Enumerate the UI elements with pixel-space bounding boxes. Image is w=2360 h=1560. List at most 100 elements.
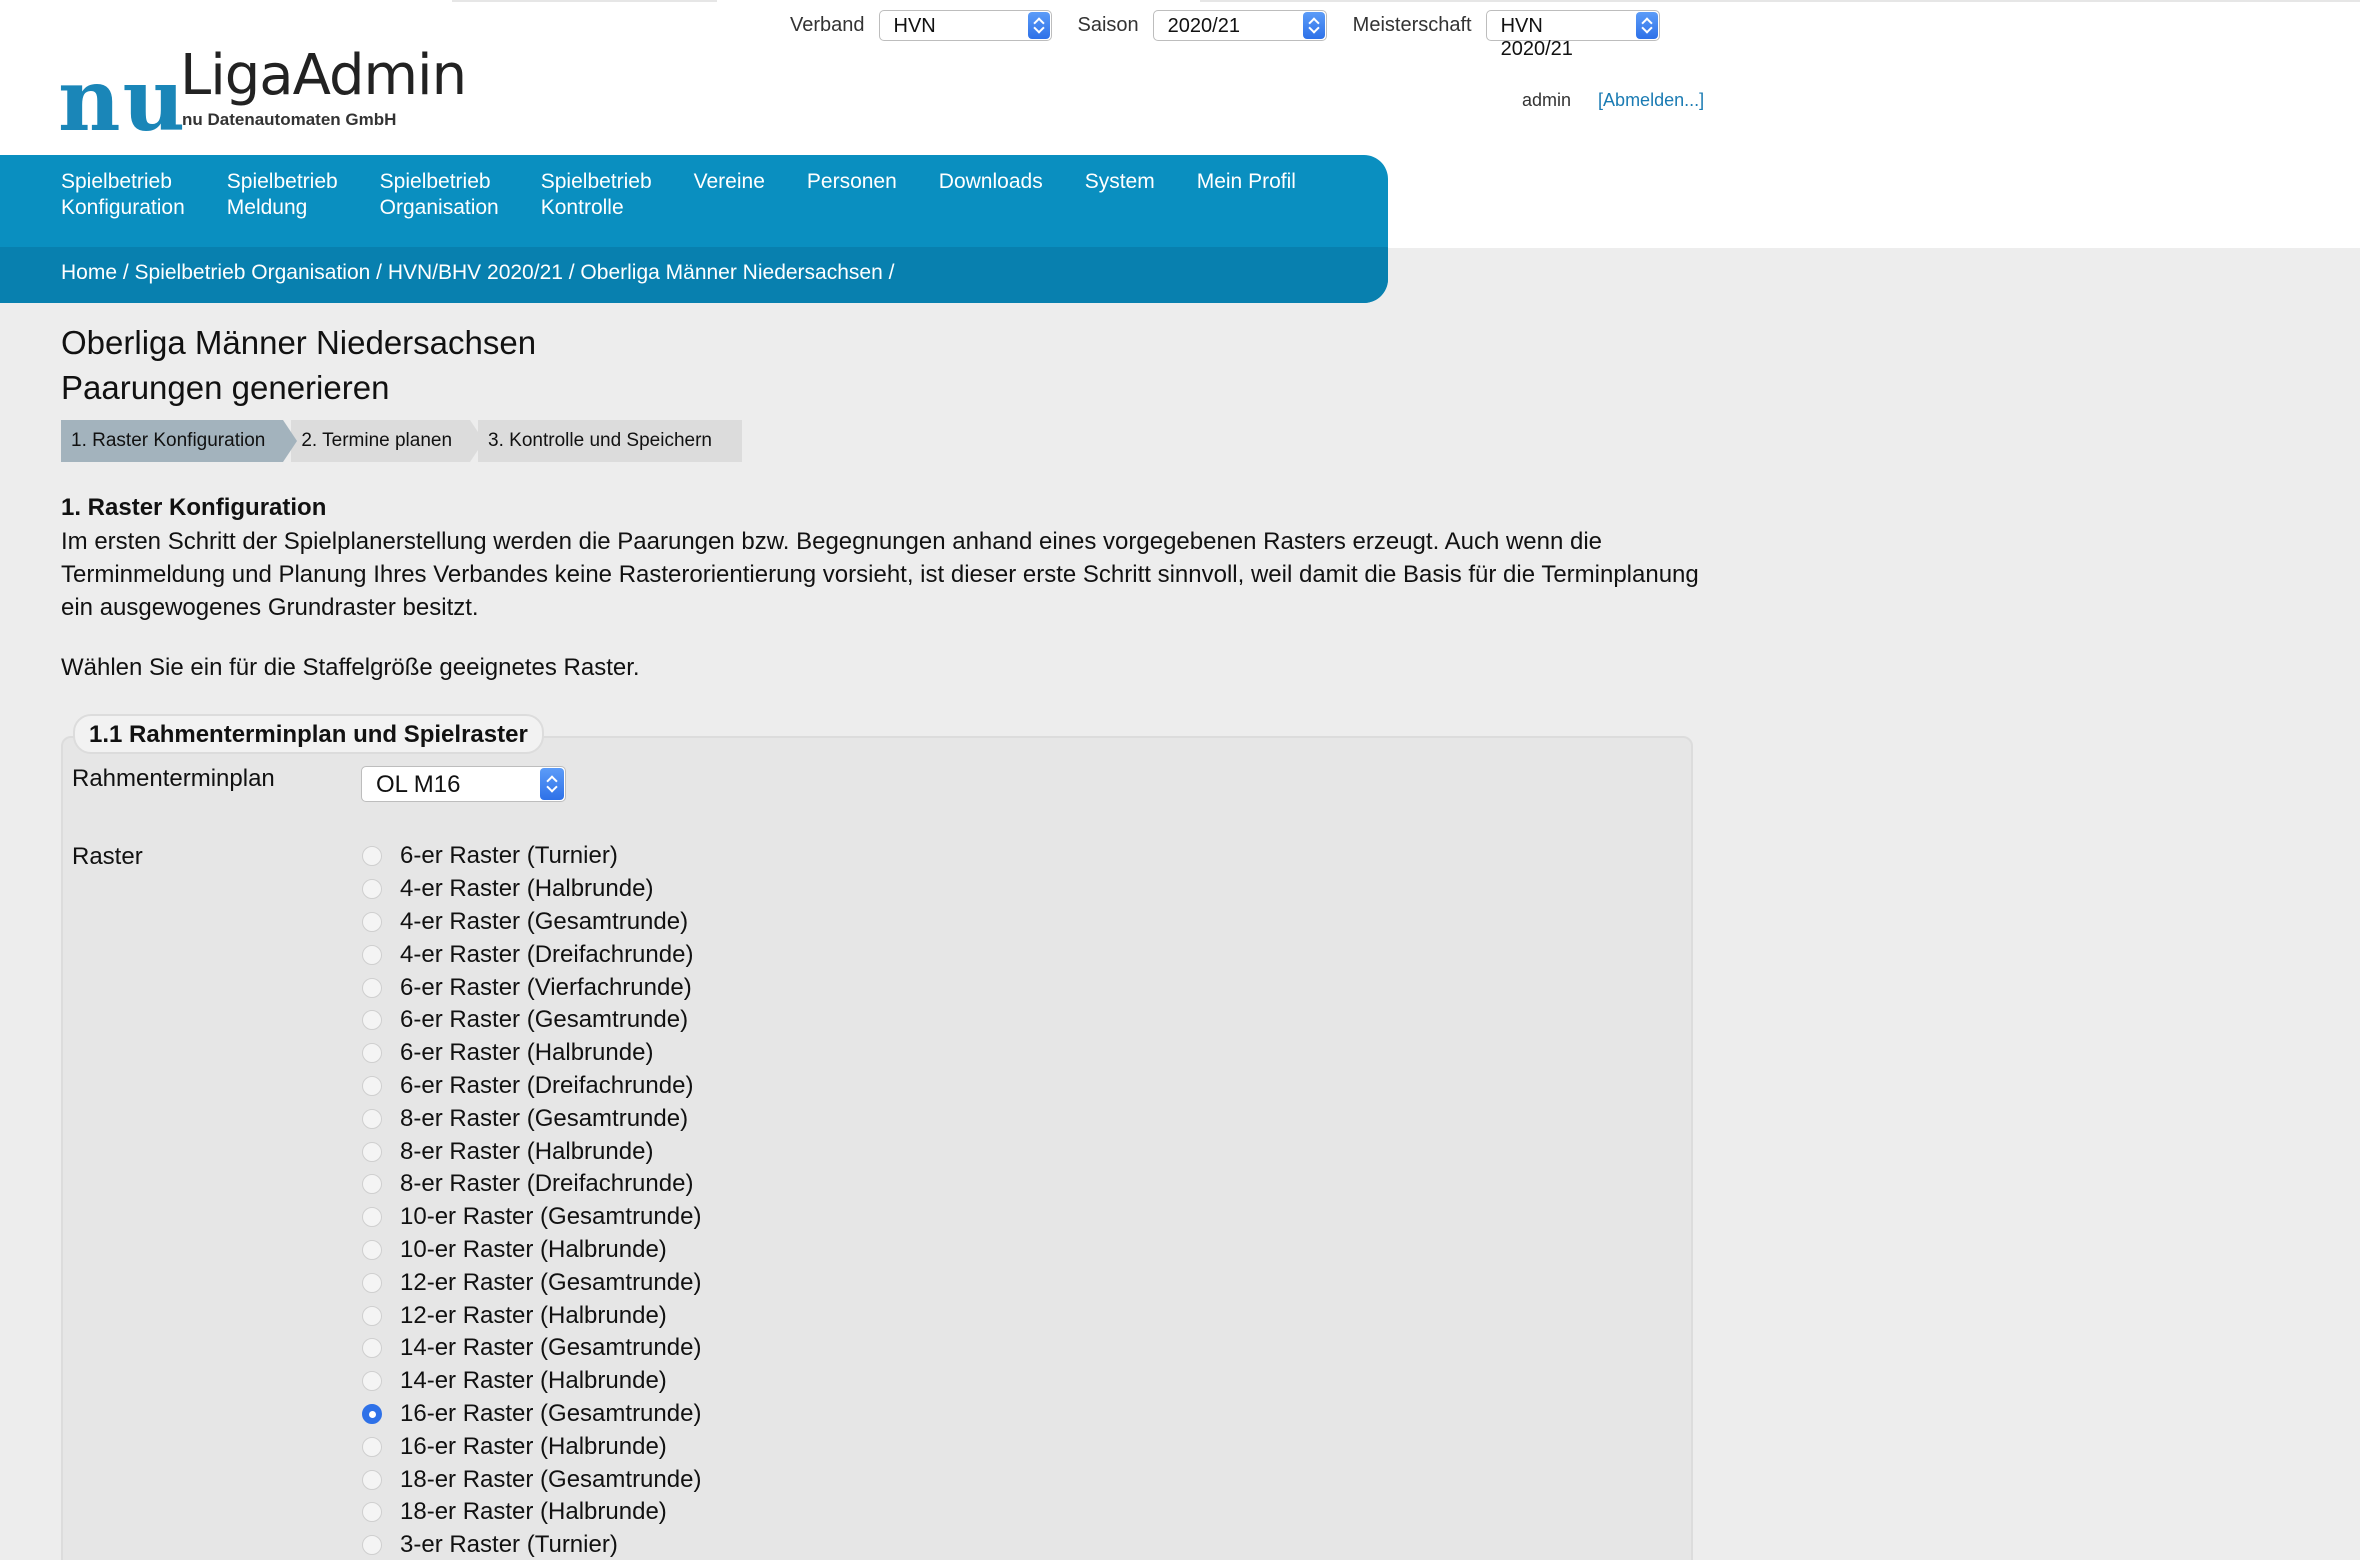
raster-option-label: 12-er Raster (Gesamtrunde) [400,1268,702,1296]
select-arrows-icon [1027,11,1050,39]
nav-item-vereine[interactable]: Vereine [694,169,765,221]
user-area: admin [Abmelden...] [1522,90,1704,111]
raster-option[interactable]: 16-er Raster (Halbrunde) [362,1430,701,1463]
raster-option[interactable]: 6-er Raster (Halbrunde) [362,1037,701,1070]
raster-option[interactable]: 16-er Raster (Gesamtrunde) [362,1398,701,1431]
raster-option[interactable]: 12-er Raster (Gesamtrunde) [362,1266,701,1299]
meisterschaft-value: HVN 2020/21 [1500,14,1573,60]
rahmenterminplan-select[interactable]: OL M16 [361,766,566,802]
nav-item-mein-profil[interactable]: Mein Profil [1197,169,1296,221]
raster-radio-button[interactable] [362,1436,382,1457]
saison-label: Saison [1077,13,1139,36]
page-title: Oberliga Männer Niedersachsen Paarungen … [61,320,536,410]
nav-item-spielbetrieb-kontrolle[interactable]: Spielbetrieb Kontrolle [541,169,652,221]
page-title-action: Paarungen generieren [61,369,390,406]
verband-select[interactable]: HVN [878,9,1052,41]
raster-radio-button[interactable] [362,1075,382,1096]
raster-option-label: 6-er Raster (Halbrunde) [400,1039,654,1067]
raster-option-label: 8-er Raster (Halbrunde) [400,1137,654,1165]
raster-label: Raster [72,843,143,870]
raster-option[interactable]: 6-er Raster (Gesamtrunde) [362,1004,701,1037]
header-divider [452,0,717,2]
raster-option[interactable]: 8-er Raster (Halbrunde) [362,1135,701,1168]
raster-radio-button[interactable] [362,1535,382,1556]
raster-radio-button[interactable] [362,1043,382,1064]
raster-radio-button[interactable] [362,1174,382,1195]
raster-radio-button[interactable] [362,1207,382,1228]
nav-item-spielbetrieb-meldung[interactable]: Spielbetrieb Meldung [227,169,338,221]
nav-item-personen[interactable]: Personen [807,169,897,221]
raster-radio-button[interactable] [362,977,382,998]
main-navigation: Spielbetrieb Konfiguration Spielbetrieb … [0,155,1388,303]
raster-option-label: 6-er Raster (Gesamtrunde) [400,1006,689,1034]
raster-radio-button[interactable] [362,1010,382,1031]
raster-radio-button[interactable] [362,1141,382,1162]
raster-option-label: 6-er Raster (Dreifachrunde) [400,1071,694,1099]
raster-radio-button[interactable] [362,846,382,867]
raster-option[interactable]: 4-er Raster (Dreifachrunde) [362,938,701,971]
raster-option-label: 6-er Raster (Vierfachrunde) [400,973,692,1001]
intro-text: Im ersten Schritt der Spielplanerstellun… [61,528,1699,621]
step-raster-konfiguration[interactable]: 1. Raster Konfiguration [61,420,298,462]
raster-option[interactable]: 6-er Raster (Vierfachrunde) [362,971,701,1004]
fieldset-legend: 1.1 Rahmenterminplan und Spielraster [73,714,544,754]
logout-link[interactable]: [Abmelden...] [1598,90,1704,110]
raster-option-label: 8-er Raster (Dreifachrunde) [400,1170,694,1198]
raster-option-label: 10-er Raster (Gesamtrunde) [400,1203,702,1231]
raster-radio-button[interactable] [362,879,382,900]
ligaadmin-logo[interactable]: nu LigaAdmin nu Datenautomaten GmbH [58,48,467,144]
raster-option-label: 16-er Raster (Gesamtrunde) [400,1399,702,1427]
raster-radio-button[interactable] [362,1305,382,1326]
meisterschaft-select[interactable]: HVN 2020/21 [1485,9,1660,60]
raster-option[interactable]: 6-er Raster (Turnier) [362,840,701,873]
raster-option-label: 4-er Raster (Gesamtrunde) [400,907,689,935]
raster-option[interactable]: 6-er Raster (Dreifachrunde) [362,1070,701,1103]
select-arrows-icon [1302,11,1325,39]
raster-option[interactable]: 3-er Raster (Turnier) [362,1529,701,1560]
logo-product: LigaAdmin [180,43,467,108]
raster-radio-button[interactable] [362,1239,382,1260]
raster-radio-button[interactable] [362,1403,382,1424]
nav-item-system[interactable]: System [1085,169,1155,221]
raster-option-label: 14-er Raster (Halbrunde) [400,1367,667,1395]
raster-option[interactable]: 18-er Raster (Halbrunde) [362,1496,701,1529]
step-termine-planen[interactable]: 2. Termine planen [291,420,484,462]
raster-radio-button[interactable] [362,944,382,965]
verband-label: Verband [790,13,865,36]
raster-option-label: 16-er Raster (Halbrunde) [400,1432,667,1460]
nav-item-spielbetrieb-konfiguration[interactable]: Spielbetrieb Konfiguration [61,169,185,221]
step-kontrolle-speichern[interactable]: 3. Kontrolle und Speichern [478,420,742,462]
raster-option-label: 10-er Raster (Halbrunde) [400,1235,667,1263]
raster-option[interactable]: 8-er Raster (Gesamtrunde) [362,1102,701,1135]
raster-radio-button[interactable] [362,1502,382,1523]
nav-item-spielbetrieb-organisation[interactable]: Spielbetrieb Organisation [380,169,499,221]
logo-company: nu Datenautomaten GmbH [182,110,397,129]
rahmenterminplan-label: Rahmenterminplan [72,765,275,792]
raster-option[interactable]: 4-er Raster (Halbrunde) [362,873,701,906]
raster-option-label: 3-er Raster (Turnier) [400,1531,618,1559]
meisterschaft-label: Meisterschaft [1352,13,1472,36]
nav-item-downloads[interactable]: Downloads [939,169,1043,221]
breadcrumb[interactable]: Home / Spielbetrieb Organisation / HVN/B… [61,261,894,285]
raster-radio-button[interactable] [362,911,382,932]
raster-option[interactable]: 14-er Raster (Halbrunde) [362,1365,701,1398]
raster-option[interactable]: 18-er Raster (Gesamtrunde) [362,1463,701,1496]
raster-option-label: 18-er Raster (Halbrunde) [400,1498,667,1526]
raster-option[interactable]: 10-er Raster (Halbrunde) [362,1234,701,1267]
raster-radio-button[interactable] [362,1338,382,1359]
verband-value: HVN [893,14,936,37]
raster-radio-button[interactable] [362,1469,382,1490]
raster-radio-button[interactable] [362,1371,382,1392]
raster-option[interactable]: 4-er Raster (Gesamtrunde) [362,906,701,939]
raster-option-label: 12-er Raster (Halbrunde) [400,1301,667,1329]
raster-option-label: 18-er Raster (Gesamtrunde) [400,1465,702,1493]
raster-option[interactable]: 12-er Raster (Halbrunde) [362,1299,701,1332]
raster-radio-button[interactable] [362,1272,382,1293]
raster-option[interactable]: 8-er Raster (Dreifachrunde) [362,1168,701,1201]
nav-menu: Spielbetrieb Konfiguration Spielbetrieb … [61,169,1338,221]
raster-option[interactable]: 10-er Raster (Gesamtrunde) [362,1201,701,1234]
raster-radio-button[interactable] [362,1108,382,1129]
saison-select[interactable]: 2020/21 [1152,9,1327,41]
raster-option[interactable]: 14-er Raster (Gesamtrunde) [362,1332,701,1365]
raster-radio-group: 6-er Raster (Turnier) 4-er Raster (Halbru… [362,840,701,1560]
